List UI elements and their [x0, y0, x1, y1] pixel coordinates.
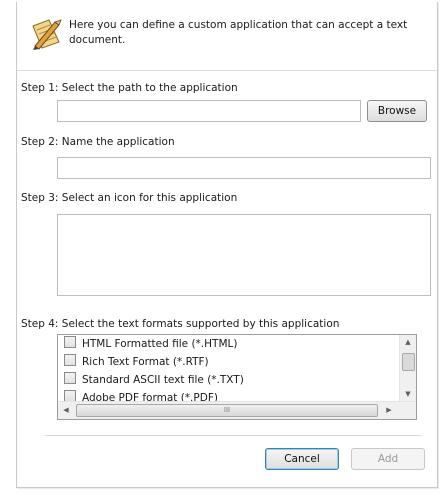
cancel-button[interactable]: Cancel	[265, 448, 339, 470]
format-label: HTML Formatted file (*.HTML)	[82, 338, 238, 350]
scroll-up-icon[interactable]: ▲	[400, 335, 416, 349]
scroll-down-icon[interactable]: ▼	[400, 387, 416, 401]
application-name-input[interactable]	[57, 157, 431, 179]
horizontal-scroll-thumb[interactable]: III	[76, 404, 378, 417]
step4-label: Step 4: Select the text formats supporte…	[21, 318, 340, 330]
custom-application-dialog: Here you can define a custom application…	[16, 2, 438, 488]
text-formats-list: HTML Formatted file (*.HTML) Rich Text F…	[57, 334, 417, 420]
notepad-pencil-icon	[32, 19, 62, 50]
format-checkbox[interactable]	[64, 336, 76, 348]
format-item-rtf[interactable]: Rich Text Format (*.RTF)	[58, 353, 398, 371]
application-path-input[interactable]	[57, 100, 361, 122]
format-label: Standard ASCII text file (*.TXT)	[82, 374, 244, 386]
horizontal-scrollbar[interactable]: ◀ III ▶	[58, 401, 416, 419]
vertical-scroll-thumb[interactable]	[402, 353, 415, 371]
vertical-scrollbar[interactable]: ▲ ▼	[399, 335, 416, 401]
format-label: Rich Text Format (*.RTF)	[82, 356, 209, 368]
browse-button[interactable]: Browse	[367, 100, 427, 122]
format-checkbox[interactable]	[64, 372, 76, 384]
header-description: Here you can define a custom application…	[69, 19, 408, 46]
step2-label: Step 2: Name the application	[21, 136, 175, 148]
format-item-pdf[interactable]: Adobe PDF format (*.PDF)	[58, 389, 398, 401]
add-button[interactable]: Add	[351, 448, 425, 470]
dialog-header: Here you can define a custom application…	[17, 2, 437, 71]
format-item-txt[interactable]: Standard ASCII text file (*.TXT)	[58, 371, 398, 389]
step3-label: Step 3: Select an icon for this applicat…	[21, 192, 238, 204]
scroll-grip-icon: III	[223, 406, 231, 414]
step1-label: Step 1: Select the path to the applicati…	[21, 82, 238, 94]
format-checkbox[interactable]	[64, 354, 76, 366]
format-label: Adobe PDF format (*.PDF)	[82, 392, 218, 401]
scroll-right-icon[interactable]: ▶	[382, 402, 396, 418]
text-formats-list-viewport: HTML Formatted file (*.HTML) Rich Text F…	[58, 335, 398, 401]
footer-divider	[45, 435, 421, 436]
format-item-html[interactable]: HTML Formatted file (*.HTML)	[58, 335, 398, 353]
format-checkbox[interactable]	[64, 390, 76, 401]
application-icon-selector[interactable]	[57, 214, 431, 296]
scroll-left-icon[interactable]: ◀	[59, 402, 73, 418]
